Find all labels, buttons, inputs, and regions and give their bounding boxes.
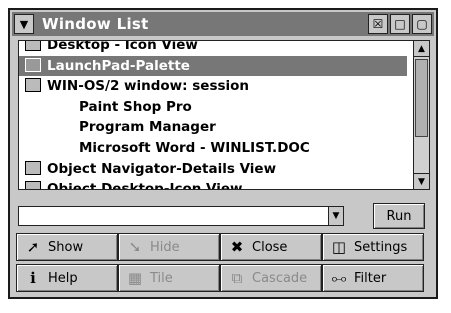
settings-button[interactable]: ◫ Settings [322, 233, 424, 261]
object-desktop-icon [25, 181, 41, 189]
list-item-label: Program Manager [79, 119, 216, 136]
list-item[interactable]: WIN-OS/2 window: session [19, 76, 413, 97]
list-item-label: Object Navigator-Details View [47, 160, 277, 177]
scroll-down-icon[interactable]: ▼ [414, 173, 429, 189]
list-item[interactable]: Program Manager [19, 117, 413, 138]
settings-label: Settings [354, 239, 408, 255]
list-item[interactable]: Object Navigator-Details View [19, 159, 413, 180]
list-item[interactable]: LaunchPad-Palette [19, 55, 407, 77]
info-icon: ℹ [30, 269, 36, 287]
scroll-up-icon[interactable]: ▲ [414, 41, 429, 57]
list-item[interactable]: Desktop - Icon View [19, 40, 413, 56]
hide-button[interactable]: ➘ Hide [118, 233, 220, 261]
desktop-icon [25, 41, 41, 51]
list-item-label: LaunchPad-Palette [47, 57, 190, 74]
filter-icon: ⧟ [331, 269, 347, 287]
list-item-label: Object Desktop-Icon View [47, 181, 243, 190]
cascade-label: Cascade [252, 270, 308, 286]
filter-button[interactable]: ⧟ Filter [322, 264, 424, 292]
hide-icon: ➘ [128, 238, 142, 256]
list-item-label: Microsoft Word - WINLIST.DOC [79, 139, 310, 156]
list-item-label: Paint Shop Pro [79, 98, 192, 115]
hide-label: Hide [150, 239, 180, 255]
list-item-label: WIN-OS/2 window: session [47, 78, 250, 95]
launchpad-icon [25, 57, 41, 72]
tile-icon: ▦ [127, 269, 143, 287]
list-item[interactable]: Microsoft Word - WINLIST.DOC [19, 138, 413, 159]
help-label: Help [48, 270, 78, 286]
close-x-icon: ✖ [230, 238, 244, 256]
cascade-icon: ⧉ [231, 269, 243, 287]
list-item[interactable]: Paint Shop Pro [19, 97, 413, 118]
close-window-button[interactable]: ✖ Close [220, 233, 322, 261]
system-menu-icon[interactable]: ▼ [14, 14, 34, 34]
window-list-window: ▼ Window List ☒ □ ▢ Desktop - Icon View L… [8, 8, 438, 299]
winos2-icon [25, 78, 41, 93]
window-listbox[interactable]: Desktop - Icon View LaunchPad-Palette WIN-… [18, 40, 430, 190]
list-items: Desktop - Icon View LaunchPad-Palette WIN-… [19, 40, 413, 190]
show-label: Show [48, 239, 84, 255]
command-combobox[interactable]: ▼ [18, 206, 344, 226]
help-button[interactable]: ℹ Help [16, 264, 118, 292]
run-button[interactable]: Run [373, 203, 425, 229]
filter-label: Filter [354, 270, 387, 286]
list-item-label: Desktop - Icon View [47, 40, 198, 53]
close-icon[interactable]: ☒ [368, 14, 388, 34]
title-bar[interactable]: ▼ Window List ☒ □ ▢ [12, 12, 434, 36]
tile-label: Tile [150, 270, 173, 286]
object-navigator-icon [25, 160, 41, 175]
close-label: Close [252, 239, 288, 255]
run-label: Run [386, 208, 412, 224]
scroll-thumb[interactable] [415, 59, 428, 137]
cascade-button[interactable]: ⧉ Cascade [220, 264, 322, 292]
window-title: Window List [42, 15, 149, 33]
settings-icon: ◫ [331, 238, 347, 256]
tile-button[interactable]: ▦ Tile [118, 264, 220, 292]
show-icon: ➚ [26, 238, 40, 256]
chevron-down-icon[interactable]: ▼ [328, 207, 343, 225]
maximize-icon[interactable]: ▢ [412, 14, 432, 34]
minimize-icon[interactable]: □ [390, 14, 410, 34]
list-item[interactable]: Object Desktop-Icon View [19, 179, 413, 190]
show-button[interactable]: ➚ Show [16, 233, 118, 261]
vertical-scrollbar[interactable]: ▲ ▼ [413, 41, 429, 189]
